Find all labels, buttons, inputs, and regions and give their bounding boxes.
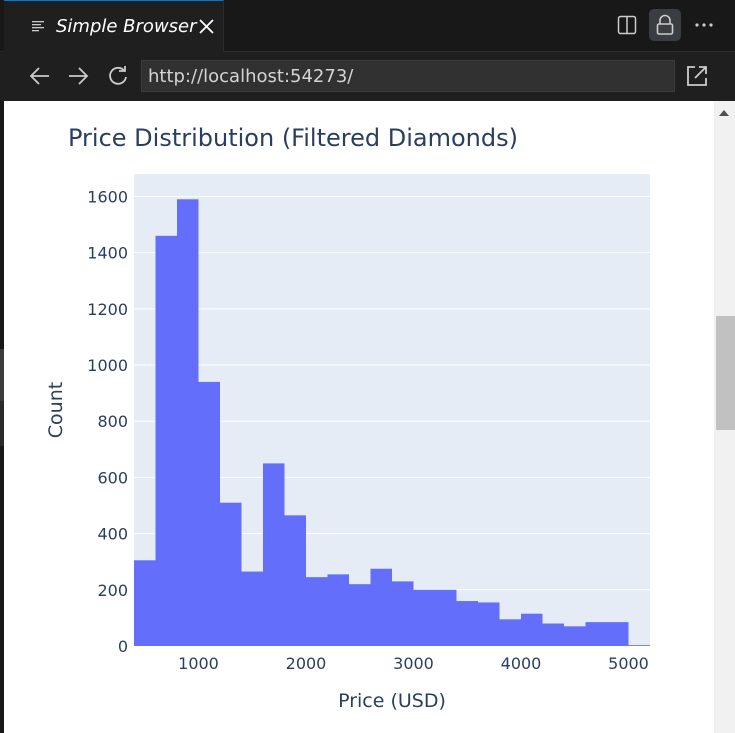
url-input[interactable] — [141, 60, 675, 92]
y-tick-label: 1200 — [87, 300, 128, 319]
y-tick-label: 600 — [97, 468, 128, 487]
x-tick-label: 5000 — [608, 654, 649, 673]
histogram-bar[interactable] — [177, 199, 199, 646]
histogram-bar[interactable] — [306, 577, 328, 646]
scrollbar-thumb[interactable] — [716, 316, 735, 430]
more-actions-icon — [695, 23, 713, 27]
back-button[interactable] — [26, 62, 54, 90]
link-external-icon — [687, 66, 707, 86]
histogram-bar[interactable] — [284, 515, 307, 646]
split-editor-button[interactable] — [611, 9, 643, 41]
lock-button[interactable] — [649, 9, 681, 41]
histogram-bar[interactable] — [456, 601, 479, 646]
histogram-bar[interactable] — [155, 235, 178, 647]
x-tick-label: 3000 — [393, 654, 434, 673]
histogram-bar[interactable] — [435, 589, 457, 646]
histogram-bar[interactable] — [542, 623, 565, 646]
x-tick-label: 4000 — [501, 654, 542, 673]
x-axis-title: Price (USD) — [338, 690, 446, 712]
tab-title: Simple Browser — [56, 16, 197, 37]
y-tick-labels: 0 200 400 600 800 1000 1200 1400 1600 — [87, 187, 128, 656]
scroll-up-arrow-icon[interactable] — [719, 110, 729, 116]
histogram-bar[interactable] — [478, 602, 500, 646]
y-tick-label: 1000 — [87, 356, 128, 375]
simple-browser-window: Simple Browser http://localhost:54273/ P… — [0, 0, 735, 733]
histogram-bar[interactable] — [241, 571, 264, 646]
forward-button[interactable] — [64, 62, 92, 90]
histogram-bar[interactable] — [370, 568, 393, 646]
y-tick-label: 200 — [97, 581, 128, 600]
histogram-bar[interactable] — [521, 613, 543, 646]
histogram-bar[interactable] — [607, 622, 629, 646]
browser-viewport: Price Distribution (Filtered Diamonds) 0… — [4, 101, 714, 733]
histogram-bar[interactable] — [263, 463, 285, 646]
navigation-bar — [0, 52, 735, 101]
histogram-bar[interactable] — [327, 574, 350, 646]
y-tick-label: 0 — [118, 637, 128, 656]
histogram-bar[interactable] — [585, 622, 608, 646]
x-tick-label: 2000 — [286, 654, 327, 673]
lock-icon — [656, 14, 674, 35]
open-in-browser-button[interactable] — [683, 62, 711, 90]
y-axis-title: Count — [45, 382, 67, 438]
y-tick-label: 1400 — [87, 244, 128, 263]
histogram-bar[interactable] — [564, 626, 586, 646]
arrow-left-icon — [29, 67, 49, 85]
arrow-right-icon — [69, 67, 89, 85]
refresh-icon — [109, 66, 127, 85]
histogram-bar[interactable] — [499, 619, 522, 646]
histogram-bar[interactable] — [392, 581, 414, 646]
histogram-bar[interactable] — [628, 645, 651, 646]
more-actions-button[interactable] — [688, 9, 720, 41]
y-tick-label: 1600 — [87, 187, 128, 206]
close-icon[interactable] — [198, 18, 215, 35]
reload-button[interactable] — [104, 62, 132, 90]
histogram-bar[interactable] — [220, 502, 242, 646]
tab-simple-browser[interactable]: Simple Browser — [4, 0, 224, 52]
preview-icon — [32, 21, 44, 32]
histogram-bar[interactable] — [413, 589, 436, 646]
x-tick-label: 1000 — [178, 654, 219, 673]
histogram-chart: 0 200 400 600 800 1000 1200 1400 1600 1000 2000 30… — [45, 174, 651, 712]
histogram-bar[interactable] — [349, 584, 371, 646]
histogram-bar[interactable] — [198, 381, 221, 646]
histogram-bar[interactable] — [134, 560, 156, 646]
x-tick-labels: 1000 2000 3000 4000 5000 — [178, 654, 649, 673]
y-tick-label: 400 — [97, 525, 128, 544]
split-editor-icon — [617, 15, 637, 35]
vertical-scrollbar[interactable] — [714, 101, 735, 733]
tab-bar: Simple Browser — [0, 0, 735, 52]
y-tick-label: 800 — [97, 412, 128, 431]
